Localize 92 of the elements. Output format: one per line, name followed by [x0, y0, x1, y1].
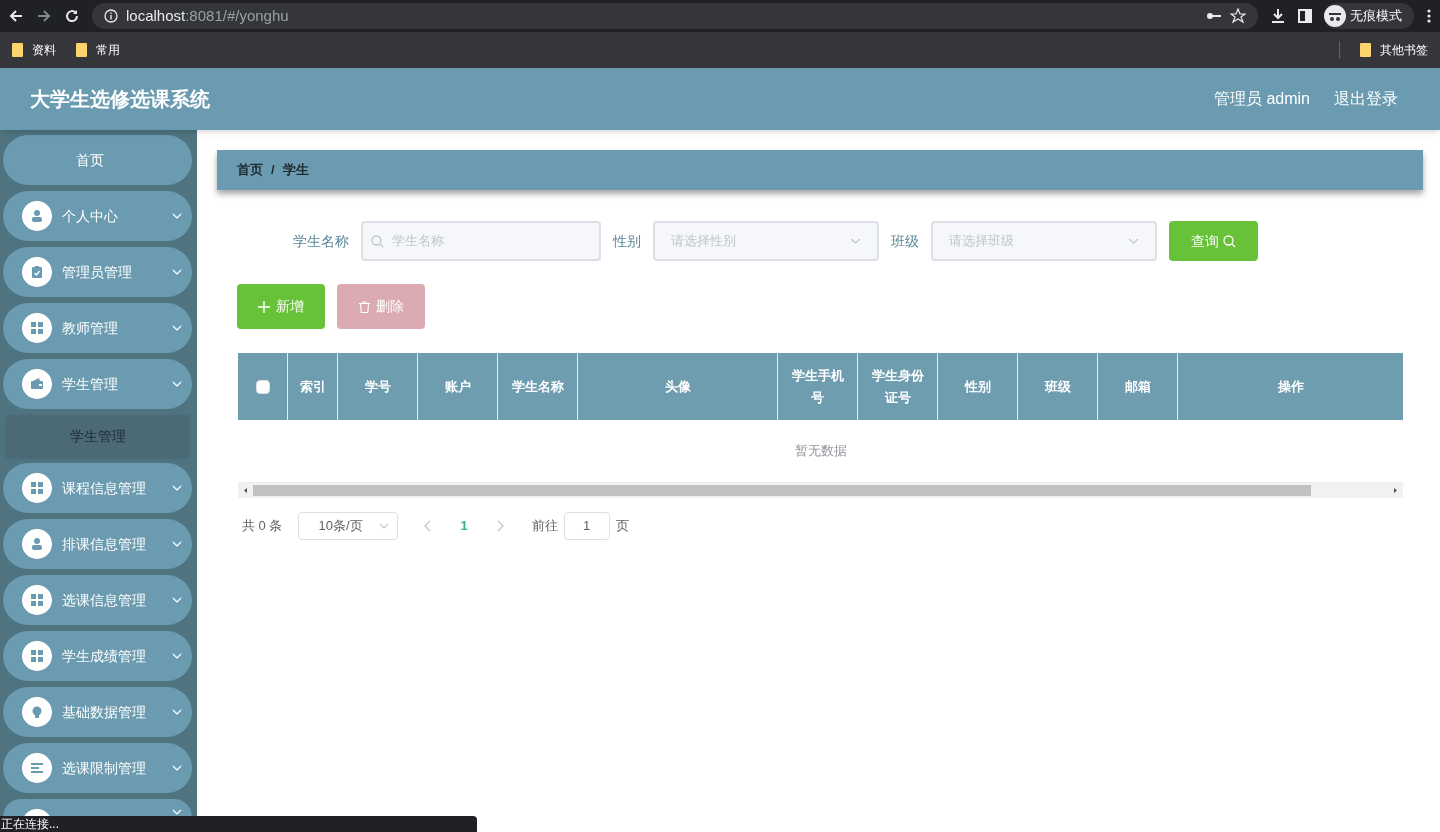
chevron-down-icon	[172, 653, 182, 659]
menu-icon[interactable]	[1426, 8, 1432, 24]
chevron-down-icon	[172, 325, 182, 331]
clipboard-icon	[30, 265, 44, 279]
add-button[interactable]: 新增	[237, 284, 325, 329]
column-header: 班级	[1018, 353, 1098, 420]
menu-item[interactable]: 首页	[3, 135, 192, 185]
menu-item[interactable]: 学生成绩管理	[3, 631, 192, 681]
chevron-down-icon	[172, 809, 182, 815]
chevron-down-icon	[172, 597, 182, 603]
column-header: 账户	[418, 353, 498, 420]
column-header: 头像	[578, 353, 778, 420]
menu-item[interactable]: 基础数据管理	[3, 687, 192, 737]
user-name: 管理员 admin	[1213, 89, 1310, 109]
empty-text: 暂无数据	[794, 442, 847, 461]
field-label: 班级	[890, 231, 919, 251]
folder-icon	[12, 43, 24, 57]
query-button[interactable]: 查询	[1168, 221, 1258, 261]
total-count: 共 0 条	[242, 517, 283, 536]
logout-link[interactable]: 退出登录	[1334, 87, 1398, 111]
chevron-down-icon	[172, 765, 182, 771]
chevron-down-icon	[1127, 238, 1139, 244]
star-icon[interactable]	[1230, 8, 1246, 24]
bookmark[interactable]: 其他书签	[1360, 41, 1428, 59]
column-header: 学号	[338, 353, 418, 420]
reload-icon[interactable]	[64, 8, 80, 24]
breadcrumb-item: 学生	[282, 161, 309, 180]
column-header: 索引	[288, 353, 338, 420]
incognito-icon	[1324, 5, 1346, 27]
address-bar[interactable]: localhost:8081/#/yonghu	[92, 3, 1258, 29]
grid-icon	[30, 321, 44, 335]
menu-item[interactable]: 学生管理	[3, 359, 192, 409]
wallet-icon	[30, 377, 44, 391]
breadcrumb-item[interactable]: 首页	[237, 160, 263, 180]
column-header: 学生手机号	[778, 353, 858, 420]
person-icon	[30, 209, 44, 223]
chevron-down-icon	[172, 541, 182, 547]
select-all-checkbox[interactable]	[255, 379, 270, 394]
column-header: 操作	[1276, 377, 1305, 396]
bookmark[interactable]: 资料	[12, 41, 56, 59]
menu-item[interactable]: 选课限制管理	[3, 743, 192, 793]
column-header: 学生名称	[498, 353, 578, 420]
side-panel-icon[interactable]	[1298, 9, 1312, 23]
chevron-down-icon	[172, 213, 182, 219]
menu-item[interactable]: 排课信息管理	[3, 519, 192, 569]
search-icon	[370, 234, 384, 248]
goto-label: 前往	[531, 517, 558, 536]
column-header: 邮箱	[1098, 353, 1178, 420]
grid-icon	[30, 649, 44, 663]
chevron-down-icon	[172, 381, 182, 387]
folder-icon	[1360, 43, 1372, 57]
info-icon	[104, 9, 118, 23]
chevron-down-icon	[172, 269, 182, 275]
menu-item[interactable]: 课程信息管理	[3, 463, 192, 513]
breadcrumb-separator: /	[271, 161, 275, 180]
page-input[interactable]: 1	[563, 512, 610, 540]
lightbulb-icon	[30, 705, 44, 719]
download-icon[interactable]	[1270, 8, 1286, 24]
back-icon[interactable]	[8, 8, 24, 24]
grid-icon	[30, 593, 44, 607]
bookmark[interactable]: 常用	[76, 41, 120, 59]
page-suffix: 页	[615, 517, 629, 536]
plus-icon	[258, 300, 270, 313]
app-title: 大学生选修选课系统	[30, 87, 210, 112]
person-icon	[30, 537, 44, 551]
chevron-down-icon	[172, 485, 182, 491]
url-text: localhost:8081/#/yonghu	[126, 5, 289, 26]
chevron-down-icon	[379, 523, 390, 529]
field-label: 学生名称	[292, 231, 349, 251]
page-size-select[interactable]: 10条/页	[298, 512, 399, 540]
list-icon	[30, 761, 44, 775]
horizontal-scrollbar[interactable]	[238, 483, 1403, 498]
chevron-down-icon	[849, 238, 861, 244]
page-number[interactable]: 1	[452, 516, 476, 536]
column-header: 性别	[938, 353, 1018, 420]
menu-item[interactable]: 个人中心	[3, 191, 192, 241]
menu-item[interactable]	[3, 799, 192, 817]
incognito-badge[interactable]: 无痕模式	[1324, 3, 1414, 29]
menu-item[interactable]: 教师管理	[3, 303, 192, 353]
menu-item[interactable]: 管理员管理	[3, 247, 192, 297]
forward-icon[interactable]	[36, 8, 52, 24]
chevron-down-icon	[172, 709, 182, 715]
trash-icon	[358, 300, 370, 313]
search-icon	[1222, 234, 1236, 248]
status-tooltip: 正在连接...	[0, 816, 477, 832]
grid-icon	[30, 481, 44, 495]
folder-icon	[76, 43, 88, 57]
menu-item[interactable]: 选课信息管理	[3, 575, 192, 625]
field-label: 性别	[612, 231, 641, 251]
column-header: 学生身份证号	[858, 353, 938, 420]
key-icon[interactable]	[1206, 11, 1222, 21]
submenu-item[interactable]: 学生管理	[6, 415, 189, 457]
